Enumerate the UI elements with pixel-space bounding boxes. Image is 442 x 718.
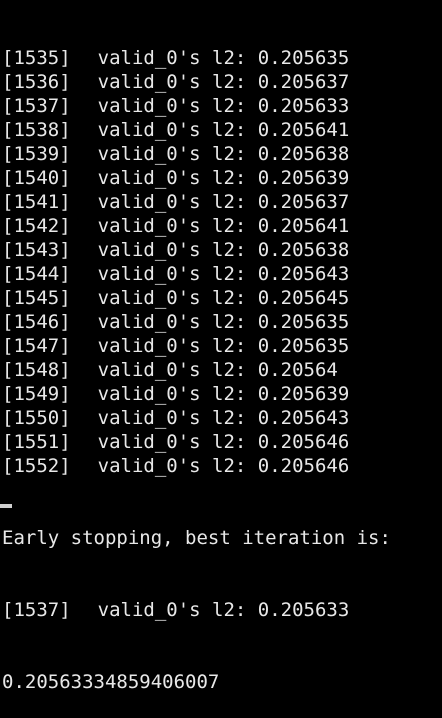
log-line: [1544] valid_0's l2: 0.205643 <box>2 262 442 286</box>
iteration-number: [1545] <box>2 287 71 309</box>
log-line: [1548] valid_0's l2: 0.20564 <box>2 358 442 382</box>
validation-metric: valid_0's l2: 0.205646 <box>97 455 350 477</box>
log-line: [1543] valid_0's l2: 0.205638 <box>2 238 442 262</box>
iteration-number: [1539] <box>2 143 71 165</box>
best-iteration-number: [1537] <box>2 599 71 621</box>
iteration-number: [1552] <box>2 455 71 477</box>
iteration-number: [1535] <box>2 47 71 69</box>
validation-metric: valid_0's l2: 0.205645 <box>97 287 350 309</box>
log-line: [1549] valid_0's l2: 0.205639 <box>2 382 442 406</box>
iteration-number: [1546] <box>2 311 71 333</box>
validation-metric: valid_0's l2: 0.205639 <box>97 167 350 189</box>
early-stopping-message: Early stopping, best iteration is: <box>2 527 391 549</box>
validation-metric: valid_0's l2: 0.205643 <box>97 407 350 429</box>
validation-metric: valid_0's l2: 0.205633 <box>97 95 350 117</box>
validation-metric: valid_0's l2: 0.205646 <box>97 431 350 453</box>
validation-metric: valid_0's l2: 0.20564 <box>97 359 338 381</box>
log-line: [1541] valid_0's l2: 0.205637 <box>2 190 442 214</box>
validation-metric: valid_0's l2: 0.205638 <box>97 239 350 261</box>
validation-metric: valid_0's l2: 0.205637 <box>97 191 350 213</box>
log-line: [1546] valid_0's l2: 0.205635 <box>2 310 442 334</box>
iteration-number: [1543] <box>2 239 71 261</box>
log-line: [1550] valid_0's l2: 0.205643 <box>2 406 442 430</box>
log-line: [1545] valid_0's l2: 0.205645 <box>2 286 442 310</box>
iteration-number: [1548] <box>2 359 71 381</box>
iteration-number: [1536] <box>2 71 71 93</box>
log-line: [1542] valid_0's l2: 0.205641 <box>2 214 442 238</box>
log-line: [1547] valid_0's l2: 0.205635 <box>2 334 442 358</box>
log-line: [1540] valid_0's l2: 0.205639 <box>2 166 442 190</box>
iteration-number: [1544] <box>2 263 71 285</box>
iteration-number: [1550] <box>2 407 71 429</box>
iteration-number: [1549] <box>2 383 71 405</box>
validation-metric: valid_0's l2: 0.205643 <box>97 263 350 285</box>
terminal-cursor <box>0 504 12 508</box>
validation-metric: valid_0's l2: 0.205635 <box>97 335 350 357</box>
log-line: [1539] valid_0's l2: 0.205638 <box>2 142 442 166</box>
validation-metric: valid_0's l2: 0.205638 <box>97 143 350 165</box>
iteration-number: [1538] <box>2 119 71 141</box>
validation-metric: valid_0's l2: 0.205641 <box>97 215 350 237</box>
best-iteration-line: [1537] valid_0's l2: 0.205633 <box>2 598 442 622</box>
iteration-number: [1537] <box>2 95 71 117</box>
log-line: [1552] valid_0's l2: 0.205646 <box>2 454 442 478</box>
iteration-number: [1542] <box>2 215 71 237</box>
log-line: [1537] valid_0's l2: 0.205633 <box>2 94 442 118</box>
training-log: [1535] valid_0's l2: 0.205635 [1536] valid_… <box>2 46 442 478</box>
log-line: [1551] valid_0's l2: 0.205646 <box>2 430 442 454</box>
iteration-number: [1551] <box>2 431 71 453</box>
validation-metric: valid_0's l2: 0.205635 <box>97 311 350 333</box>
log-line: [1535] valid_0's l2: 0.205635 <box>2 46 442 70</box>
validation-metric: valid_0's l2: 0.205637 <box>97 71 350 93</box>
iteration-number: [1541] <box>2 191 71 213</box>
validation-metric: valid_0's l2: 0.205639 <box>97 383 350 405</box>
terminal-output[interactable]: [1535] valid_0's l2: 0.205635 [1536] valid_… <box>2 0 442 693</box>
best-iteration-metric: valid_0's l2: 0.205633 <box>97 599 350 621</box>
validation-metric: valid_0's l2: 0.205641 <box>97 119 350 141</box>
iteration-number: [1547] <box>2 335 71 357</box>
validation-metric: valid_0's l2: 0.205635 <box>97 47 350 69</box>
log-line: [1536] valid_0's l2: 0.205637 <box>2 70 442 94</box>
final-score: 0.20563334859406007 <box>2 671 220 693</box>
log-line: [1538] valid_0's l2: 0.205641 <box>2 118 442 142</box>
iteration-number: [1540] <box>2 167 71 189</box>
